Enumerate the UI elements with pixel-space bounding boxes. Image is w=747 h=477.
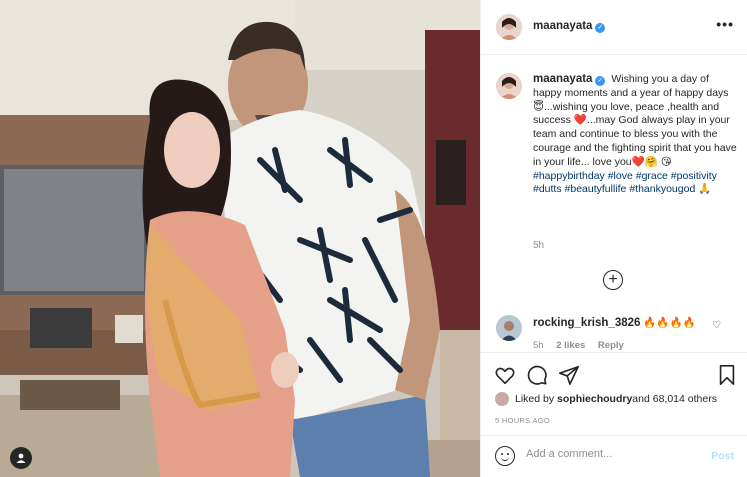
heart-icon[interactable]	[494, 364, 516, 386]
instagram-post-modal: maanayata ✓ ••• maanayata ✓ Wishing you a …	[0, 0, 747, 477]
post-comment-button[interactable]: Post	[711, 450, 734, 462]
comment-reply-button[interactable]: Reply	[598, 340, 624, 351]
commenter-avatar[interactable]	[496, 315, 522, 341]
comment-input[interactable]	[526, 448, 696, 460]
plus-circle-icon[interactable]: +	[603, 270, 623, 290]
comment-like-heart-icon[interactable]: ♡	[712, 320, 721, 331]
comment-text: 🔥🔥🔥🔥	[643, 317, 696, 329]
caption-username[interactable]: maanayata ✓	[533, 73, 606, 86]
photo-illustration	[0, 0, 480, 477]
caption-time: 5h	[533, 240, 545, 251]
comment-likes[interactable]: 2 likes	[556, 340, 585, 351]
caption-hashtags[interactable]: #happybirthday #love #grace #positivity …	[533, 170, 717, 196]
comment-username[interactable]: rocking_krish_3826	[533, 317, 640, 329]
post-photo[interactable]	[0, 0, 480, 477]
post-side-panel: maanayata ✓ ••• maanayata ✓ Wishing you a …	[480, 0, 747, 477]
paper-plane-icon[interactable]	[558, 364, 580, 386]
comment-icon[interactable]	[526, 364, 548, 386]
author-username[interactable]: maanayata ✓	[533, 20, 606, 33]
liker-avatar[interactable]	[495, 392, 509, 406]
caption-author-avatar[interactable]	[496, 73, 522, 99]
post-header: maanayata ✓ •••	[481, 0, 747, 55]
verified-badge-icon: ✓	[595, 23, 606, 33]
liker-username[interactable]: sophiechoudry	[557, 393, 632, 405]
post-caption: maanayata ✓ Wishing you a day of happy mo…	[533, 73, 738, 197]
likes-prefix: Liked by	[515, 393, 555, 405]
likes-summary: Liked by sophiechoudry and 68,014 others	[495, 392, 717, 406]
more-icon[interactable]: •••	[716, 16, 734, 32]
likes-others[interactable]: and 68,014 others	[632, 393, 717, 405]
comment-item: rocking_krish_3826 🔥🔥🔥🔥	[533, 316, 713, 329]
comment-meta: 5h 2 likes Reply	[533, 340, 634, 351]
post-timestamp: 5 HOURS AGO	[495, 416, 550, 425]
comment-time: 5h	[533, 340, 544, 351]
add-comment-bar: Post	[481, 435, 747, 477]
author-avatar[interactable]	[496, 14, 522, 40]
bookmark-icon[interactable]	[716, 364, 738, 386]
verified-badge-icon: ✓	[595, 76, 606, 86]
user-tag-icon[interactable]	[10, 447, 32, 469]
caption-text: Wishing you a day of happy moments and a…	[533, 73, 737, 168]
emoji-icon[interactable]	[495, 446, 515, 466]
